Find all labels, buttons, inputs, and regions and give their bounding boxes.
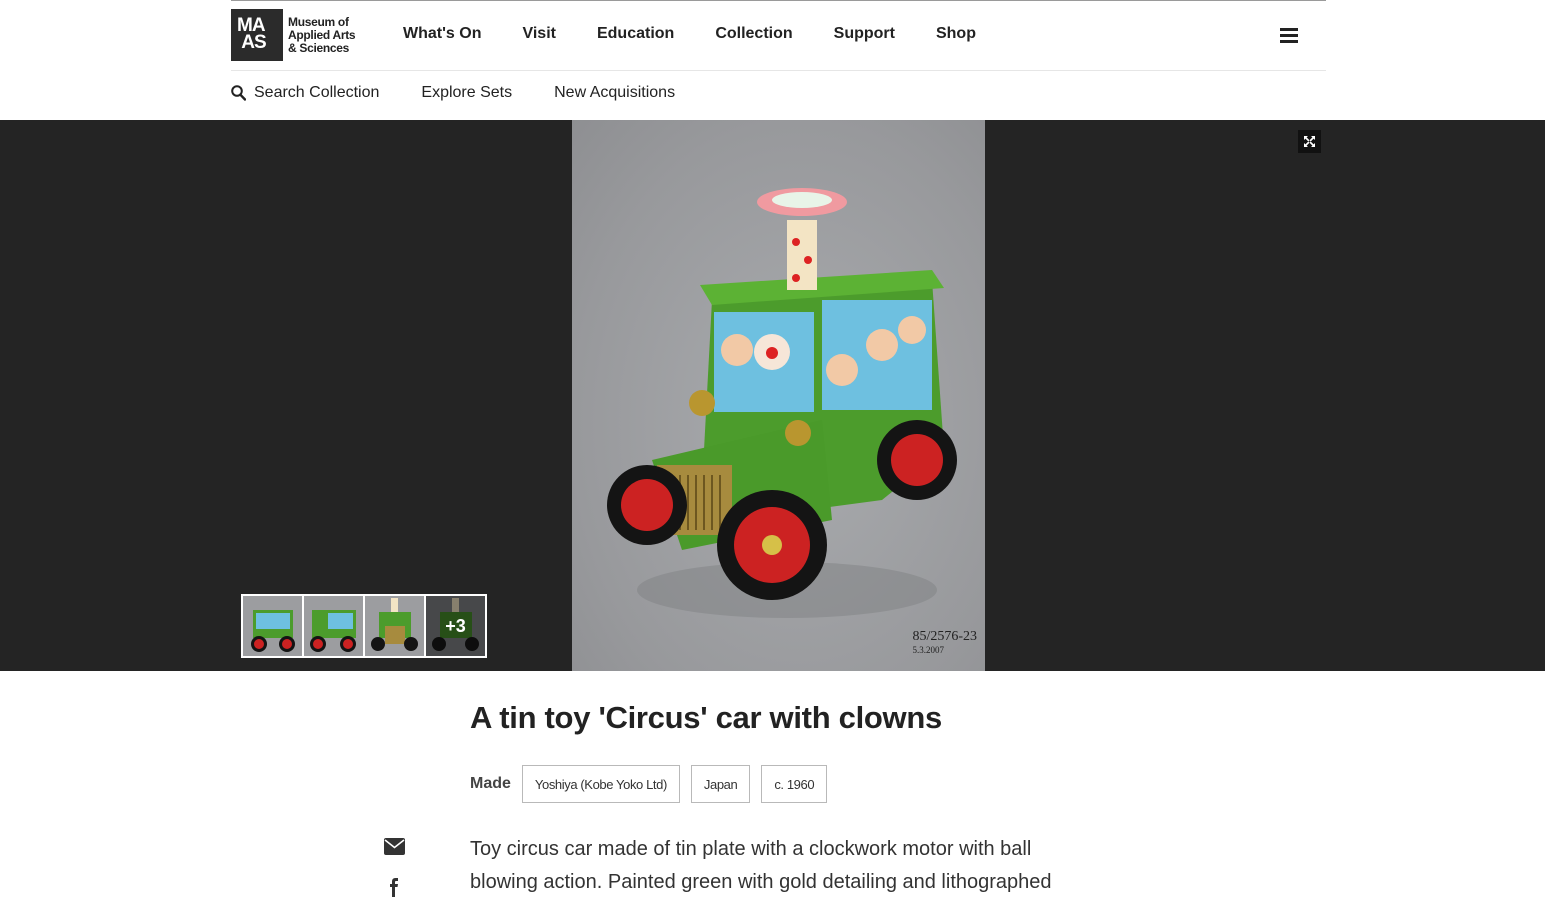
accession-number: 85/2576-23 [912, 629, 977, 644]
thumbnail-1[interactable] [243, 596, 302, 656]
thumbnail-more[interactable]: +3 [426, 596, 485, 656]
logo-mark: MA AS [231, 9, 283, 61]
nav-collection[interactable]: Collection [715, 25, 792, 43]
nav-support[interactable]: Support [834, 25, 895, 43]
thumbnail-3[interactable] [365, 596, 424, 656]
object-photo[interactable]: 85/2576-23 5.3.2007 [572, 120, 985, 671]
accession-label: 85/2576-23 5.3.2007 [912, 629, 977, 655]
thumbnail-2[interactable] [304, 596, 363, 656]
logo-line-2: Applied Arts [288, 27, 356, 42]
image-gallery: 85/2576-23 5.3.2007 +3 [0, 120, 1545, 671]
site-header: MA AS Museum of Applied Arts & Sciences … [231, 1, 1326, 71]
thumbnail-strip: +3 [241, 594, 487, 658]
object-title: A tin toy 'Circus' car with clowns [470, 700, 942, 735]
search-collection-link[interactable]: Search Collection [231, 84, 379, 102]
nav-whats-on[interactable]: What's On [403, 25, 481, 43]
email-share-icon[interactable] [384, 838, 405, 860]
object-description: Toy circus car made of tin plate with a … [470, 838, 1052, 893]
fullscreen-expand-icon[interactable] [1298, 130, 1321, 153]
tin-toy-car-image [607, 188, 957, 618]
explore-sets-link[interactable]: Explore Sets [421, 84, 512, 102]
logo-line-3: & Sciences [288, 40, 350, 55]
share-links [384, 838, 405, 897]
nav-visit[interactable]: Visit [522, 25, 556, 43]
new-acquisitions-link[interactable]: New Acquisitions [554, 84, 675, 102]
made-tag-date[interactable]: c. 1960 [761, 765, 828, 803]
main-nav: What's On Visit Education Collection Sup… [403, 25, 1017, 43]
facebook-share-icon[interactable] [384, 878, 405, 897]
more-images-count: +3 [426, 596, 485, 656]
nav-education[interactable]: Education [597, 25, 674, 43]
logo-line-1: Museum of [288, 14, 349, 29]
maas-logo[interactable]: MA AS Museum of Applied Arts & Sciences [231, 9, 356, 61]
collection-subnav: Search Collection Explore Sets New Acqui… [231, 84, 717, 102]
search-icon [231, 85, 246, 101]
made-row: Made Yoshiya (Kobe Yoko Ltd) Japan c. 19… [470, 765, 838, 803]
logo-text: Museum of Applied Arts & Sciences [288, 14, 356, 55]
made-label: Made [470, 775, 511, 792]
made-tag-place[interactable]: Japan [690, 765, 751, 803]
made-tag-maker[interactable]: Yoshiya (Kobe Yoko Ltd) [521, 765, 680, 803]
photo-date: 5.3.2007 [912, 645, 944, 655]
search-collection-label: Search Collection [254, 84, 380, 101]
nav-shop[interactable]: Shop [936, 25, 976, 43]
hamburger-menu-icon[interactable] [1280, 28, 1298, 44]
